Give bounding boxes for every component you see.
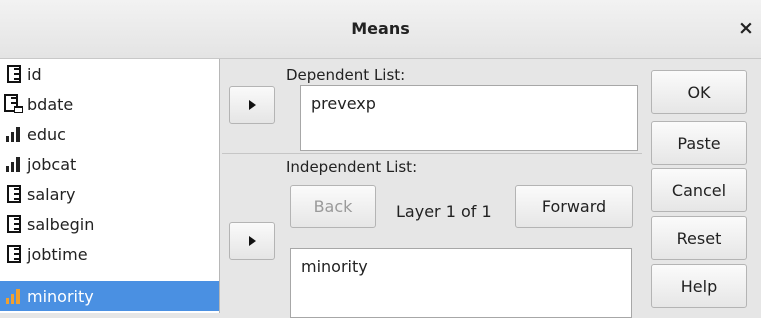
variable-name: salbegin bbox=[27, 214, 95, 234]
move-to-dependent-button[interactable] bbox=[229, 86, 275, 124]
variable-name: id bbox=[27, 64, 42, 84]
help-button[interactable]: Help bbox=[651, 264, 747, 308]
ordinal-bars-icon bbox=[3, 154, 25, 174]
paste-button[interactable]: Paste bbox=[651, 121, 747, 165]
list-item[interactable]: prevexp bbox=[311, 94, 627, 113]
list-item[interactable]: id bbox=[0, 59, 219, 89]
list-item[interactable]: bdate bbox=[0, 89, 219, 119]
forward-button[interactable]: Forward bbox=[515, 185, 633, 228]
ok-button[interactable]: OK bbox=[651, 70, 747, 114]
variable-name: bdate bbox=[27, 94, 74, 114]
variable-name: educ bbox=[27, 124, 66, 144]
reset-button[interactable]: Reset bbox=[651, 216, 747, 260]
scale-ruler-icon bbox=[3, 64, 25, 84]
right-arrow-icon bbox=[248, 236, 256, 246]
ordinal-bars-icon bbox=[3, 286, 25, 306]
scale-ruler-icon bbox=[3, 214, 25, 234]
ordinal-bars-icon bbox=[3, 124, 25, 144]
list-item[interactable]: educ bbox=[0, 119, 219, 149]
variable-name: salary bbox=[27, 184, 76, 204]
scale-ruler-icon bbox=[3, 244, 25, 264]
dependent-list[interactable]: prevexp bbox=[300, 85, 638, 151]
close-icon[interactable]: × bbox=[738, 17, 754, 39]
section-divider bbox=[222, 153, 642, 154]
scale-ruler-icon bbox=[3, 184, 25, 204]
dialog-title: Means bbox=[351, 19, 410, 38]
list-item[interactable]: jobcat bbox=[0, 149, 219, 179]
title-bar: Means × bbox=[0, 0, 761, 59]
right-arrow-icon bbox=[248, 100, 256, 110]
layer-indicator: Layer 1 of 1 bbox=[396, 202, 492, 221]
list-item[interactable]: salbegin bbox=[0, 209, 219, 239]
variable-list[interactable]: id bdate educ jobcat salary salbegin job… bbox=[0, 59, 220, 313]
variable-name: jobcat bbox=[27, 154, 77, 174]
variable-name: jobtime bbox=[27, 244, 88, 264]
move-to-independent-button[interactable] bbox=[229, 222, 275, 260]
list-item[interactable]: jobtime bbox=[0, 239, 219, 269]
list-item[interactable]: minority bbox=[301, 257, 621, 276]
variable-name: minority bbox=[27, 286, 94, 306]
dependent-list-label: Dependent List: bbox=[286, 66, 406, 84]
independent-list-label: Independent List: bbox=[286, 158, 418, 176]
cancel-button[interactable]: Cancel bbox=[651, 168, 747, 212]
back-button[interactable]: Back bbox=[290, 185, 376, 228]
independent-list[interactable]: minority bbox=[290, 248, 632, 318]
date-scale-icon bbox=[3, 94, 25, 114]
list-item-selected[interactable]: minority bbox=[0, 281, 219, 311]
list-item[interactable]: salary bbox=[0, 179, 219, 209]
